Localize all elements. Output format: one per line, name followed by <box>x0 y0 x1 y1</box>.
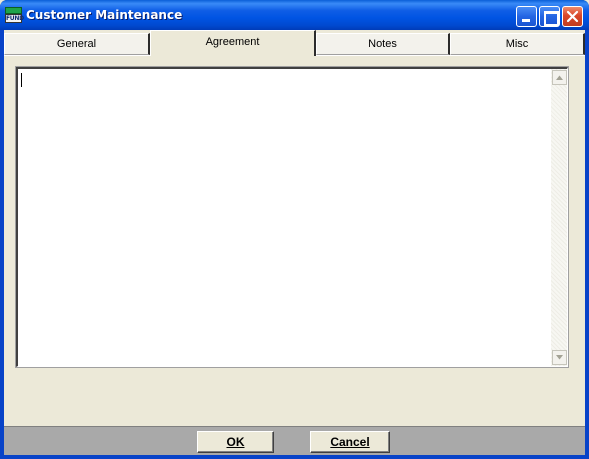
title-bar[interactable]: FUND Customer Maintenance <box>0 0 589 30</box>
customer-maintenance-window: FUND Customer Maintenance General Agreem… <box>0 0 589 459</box>
cancel-button-label: Cancel <box>330 435 370 449</box>
window-border-right <box>585 30 589 459</box>
vertical-scrollbar[interactable] <box>550 69 567 366</box>
window-border-bottom <box>0 455 589 459</box>
ok-button[interactable]: OK <box>197 431 274 453</box>
window-title: Customer Maintenance <box>26 8 183 22</box>
minimize-icon[interactable] <box>516 6 537 27</box>
dialog-client-area: General Agreement Notes Misc OK Cancel <box>4 30 585 455</box>
maximize-icon[interactable] <box>539 6 560 27</box>
agreement-tab-panel <box>4 55 585 426</box>
text-caret <box>21 73 22 87</box>
app-icon-label: FUND <box>5 14 24 23</box>
cancel-button[interactable]: Cancel <box>310 431 390 453</box>
app-fund-icon[interactable]: FUND <box>5 7 24 23</box>
scroll-down-arrow-icon[interactable] <box>552 350 567 365</box>
tab-general[interactable]: General <box>4 33 150 55</box>
button-bar: OK Cancel <box>4 426 585 455</box>
tab-agreement[interactable]: Agreement <box>150 30 316 56</box>
agreement-text-area[interactable] <box>16 67 568 367</box>
close-icon[interactable] <box>562 6 583 27</box>
ok-button-label: OK <box>226 435 245 449</box>
tab-misc[interactable]: Misc <box>450 33 585 55</box>
tab-strip: General Agreement Notes Misc <box>4 30 585 56</box>
tab-notes[interactable]: Notes <box>316 33 450 55</box>
scroll-up-arrow-icon[interactable] <box>552 70 567 85</box>
